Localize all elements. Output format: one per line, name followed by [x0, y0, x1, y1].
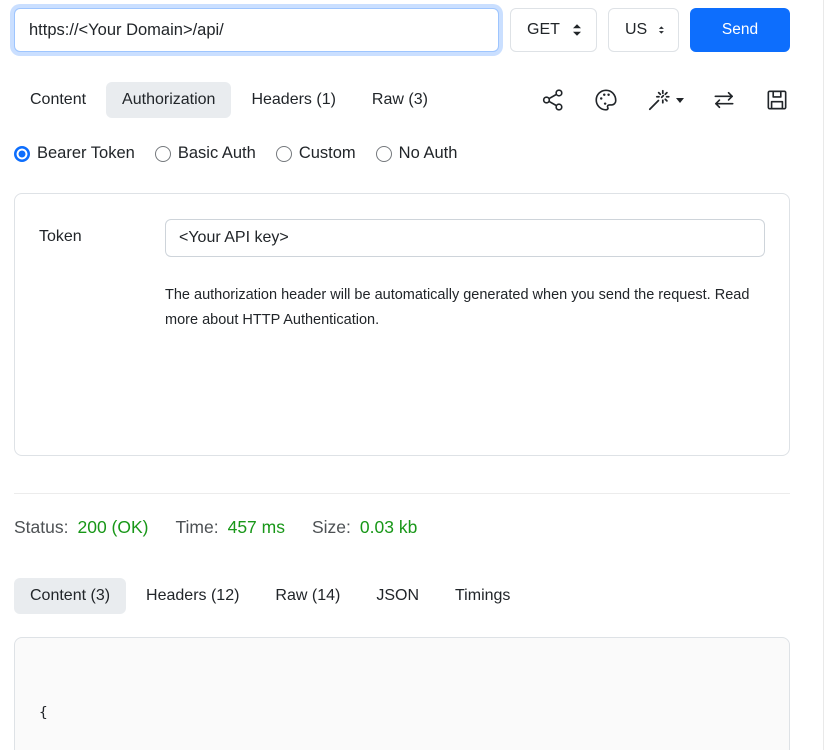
region-select-value: US	[625, 21, 647, 39]
radio-label: Basic Auth	[178, 144, 256, 163]
radio-icon	[14, 146, 30, 162]
radio-icon	[155, 146, 171, 162]
token-label: Token	[39, 219, 165, 430]
method-select[interactable]: GET	[510, 8, 597, 52]
radio-basic-auth[interactable]: Basic Auth	[155, 144, 256, 163]
share-icon[interactable]	[540, 87, 566, 113]
size-item: Size: 0.03 kb	[312, 517, 417, 538]
status-label: Status:	[14, 517, 68, 538]
api-tester-app: GET US Send Content Authorization Header…	[0, 0, 837, 750]
json-line-open: {	[39, 701, 765, 726]
tab-response-timings[interactable]: Timings	[439, 578, 526, 614]
time-value: 457 ms	[228, 517, 285, 538]
tab-response-json[interactable]: JSON	[360, 578, 435, 614]
select-updown-icon	[657, 22, 666, 38]
request-bar: GET US Send	[14, 8, 790, 52]
size-label: Size:	[312, 517, 351, 538]
radio-label: Custom	[299, 144, 356, 163]
toolbar	[540, 87, 790, 113]
send-button[interactable]: Send	[690, 8, 790, 52]
size-value: 0.03 kb	[360, 517, 417, 538]
radio-icon	[276, 146, 292, 162]
token-panel: Token The authorization header will be a…	[14, 193, 790, 456]
radio-label: Bearer Token	[37, 144, 135, 163]
request-tabs: Content Authorization Headers (1) Raw (3…	[14, 82, 790, 118]
tab-authorization[interactable]: Authorization	[106, 82, 231, 118]
magic-wand-dropdown-icon[interactable]	[646, 87, 684, 113]
response-summary: Status: 200 (OK) Time: 457 ms Size: 0.03…	[14, 517, 790, 538]
method-select-value: GET	[527, 21, 560, 39]
radio-no-auth[interactable]: No Auth	[376, 144, 458, 163]
response-tabs: Content (3) Headers (12) Raw (14) JSON T…	[14, 578, 790, 614]
tab-response-content[interactable]: Content (3)	[14, 578, 126, 614]
swap-arrows-icon[interactable]	[711, 87, 737, 113]
select-updown-icon	[570, 22, 584, 38]
url-input[interactable]	[14, 8, 499, 52]
time-item: Time: 457 ms	[175, 517, 285, 538]
tab-raw[interactable]: Raw (3)	[356, 82, 444, 118]
tab-headers[interactable]: Headers (1)	[235, 82, 351, 118]
section-divider	[14, 493, 790, 494]
save-icon[interactable]	[764, 87, 790, 113]
dropdown-caret-icon	[676, 98, 684, 103]
column-edge-divider	[823, 0, 824, 750]
tab-response-raw[interactable]: Raw (14)	[259, 578, 356, 614]
radio-label: No Auth	[399, 144, 458, 163]
tab-response-headers[interactable]: Headers (12)	[130, 578, 255, 614]
radio-icon	[376, 146, 392, 162]
auth-type-options: Bearer Token Basic Auth Custom No Auth	[14, 144, 790, 163]
status-item: Status: 200 (OK)	[14, 517, 148, 538]
response-body: { "message": "API running." }	[14, 637, 790, 750]
radio-custom[interactable]: Custom	[276, 144, 356, 163]
token-help-text: The authorization header will be automat…	[165, 283, 765, 333]
time-label: Time:	[175, 517, 218, 538]
region-select[interactable]: US	[608, 8, 679, 52]
status-value: 200 (OK)	[77, 517, 148, 538]
tab-content[interactable]: Content	[14, 82, 102, 118]
palette-icon[interactable]	[593, 87, 619, 113]
token-input[interactable]	[165, 219, 765, 257]
radio-bearer-token[interactable]: Bearer Token	[14, 144, 135, 163]
